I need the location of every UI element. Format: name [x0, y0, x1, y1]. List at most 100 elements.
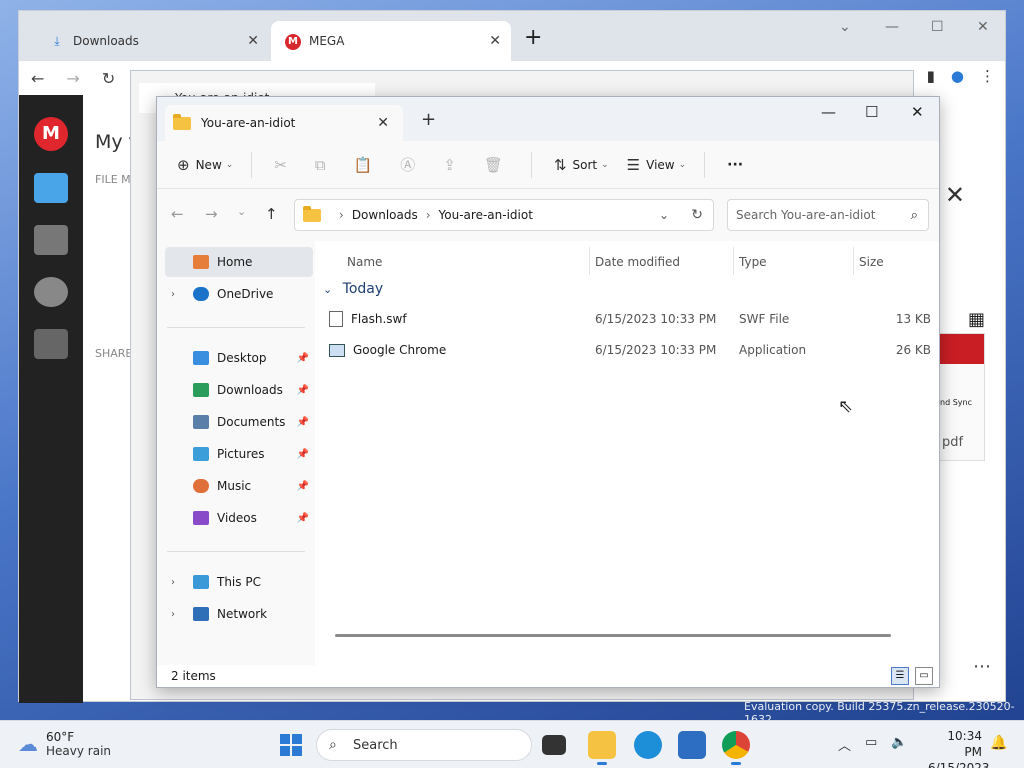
tiles-view-icon[interactable]: ▭ [915, 667, 933, 685]
chevron-right-icon[interactable]: › [171, 577, 175, 588]
nav-item-videos[interactable]: Videos 📌 [165, 503, 313, 533]
file-row[interactable]: Google Chrome 6/15/2023 10:33 PM Applica… [329, 336, 931, 364]
start-button[interactable] [280, 734, 302, 756]
pin-icon[interactable]: 📌 [297, 385, 309, 396]
sidepanel-icon[interactable]: ▮ [927, 67, 935, 85]
chevron-up-icon[interactable]: ︿ [838, 735, 851, 754]
column-divider[interactable] [733, 247, 734, 275]
pin-icon[interactable]: 📌 [297, 417, 309, 428]
column-divider[interactable] [589, 247, 590, 275]
pin-icon[interactable]: 📌 [297, 353, 309, 364]
close-icon[interactable]: ✕ [489, 33, 501, 49]
maximize-button[interactable]: ☐ [931, 19, 944, 35]
share-icon[interactable]: ⇪ [443, 156, 456, 174]
task-view-icon[interactable] [542, 735, 566, 755]
close-icon[interactable]: ✕ [945, 181, 965, 209]
taskbar-search[interactable]: ⌕ Search [316, 729, 532, 761]
sort-button[interactable]: ⇅ Sort ⌄ [554, 156, 609, 174]
breadcrumb-downloads[interactable]: Downloads [352, 208, 418, 222]
profile-icon[interactable]: ● [951, 67, 964, 85]
up-icon[interactable]: ↑ [265, 205, 278, 223]
nav-item-downloads[interactable]: Downloads 📌 [165, 375, 313, 405]
pin-icon[interactable]: 📌 [297, 481, 309, 492]
more-icon[interactable]: ⋯ [973, 656, 991, 677]
chevron-down-icon[interactable]: ⌄ [659, 208, 669, 222]
delete-icon[interactable]: 🗑 [484, 156, 503, 174]
card-ext: pdf [942, 435, 964, 450]
rename-icon[interactable]: Ⓐ [400, 154, 415, 175]
nav-item-music[interactable]: Music 📌 [165, 471, 313, 501]
new-tab-button[interactable]: + [524, 25, 542, 50]
back-icon[interactable]: ← [171, 205, 184, 223]
back-icon[interactable]: ← [31, 69, 44, 88]
recent-icon[interactable]: ⌄ [237, 205, 246, 218]
close-icon[interactable]: ✕ [247, 33, 259, 49]
column-header-type[interactable]: Type [739, 255, 767, 269]
grid-view-icon[interactable]: ▦ [968, 309, 985, 330]
file-card[interactable]: nd Sync pdf [937, 333, 985, 461]
menu-icon[interactable]: ⋮ [980, 67, 995, 85]
mega-logo[interactable]: M [34, 117, 68, 151]
system-tray: ︿ ▭ 🔈 [838, 735, 908, 754]
paste-icon[interactable]: 📋 [354, 156, 373, 174]
file-row[interactable]: Flash.swf 6/15/2023 10:33 PM SWF File 13… [329, 305, 931, 333]
details-view-icon[interactable]: ☰ [891, 667, 909, 685]
pin-icon[interactable]: 📌 [297, 513, 309, 524]
forward-icon[interactable]: → [205, 205, 218, 223]
chat-icon[interactable] [34, 277, 68, 307]
column-header-date[interactable]: Date modified [595, 255, 680, 269]
nav-item-home[interactable]: Home [165, 247, 313, 277]
network-icon[interactable]: ▭ [865, 735, 877, 754]
more-button[interactable]: ··· [727, 157, 743, 173]
nav-item-pictures[interactable]: Pictures 📌 [165, 439, 313, 469]
close-button[interactable]: ✕ [977, 19, 989, 35]
nav-label: Downloads [217, 383, 283, 397]
chevron-right-icon[interactable]: › [171, 609, 175, 620]
card-text: nd Sync [940, 398, 972, 407]
notification-icon[interactable]: 🔔 [990, 735, 1007, 751]
minimize-button[interactable]: — [885, 19, 899, 35]
chevron-down-icon[interactable]: ⌄ [839, 19, 851, 35]
file-explorer-taskbar-icon[interactable] [588, 731, 616, 765]
maximize-button[interactable]: ☐ [865, 103, 878, 121]
view-button[interactable]: ☰ View ⌄ [627, 156, 686, 174]
devices-icon[interactable] [34, 329, 68, 359]
address-bar[interactable]: › Downloads › You-are-an-idiot ⌄ ↻ [294, 199, 714, 231]
horizontal-scrollbar[interactable] [335, 634, 891, 637]
reload-icon[interactable]: ↻ [102, 69, 115, 88]
nav-item-onedrive[interactable]: › OneDrive [165, 279, 313, 309]
nav-item-this-pc[interactable]: › This PC [165, 567, 313, 597]
forward-icon[interactable]: → [66, 69, 79, 88]
edge-icon[interactable] [634, 731, 662, 759]
minimize-button[interactable]: — [821, 103, 836, 121]
search-input[interactable]: Search You-are-an-idiot ⌕ [727, 199, 929, 231]
nav-item-documents[interactable]: Documents 📌 [165, 407, 313, 437]
clock[interactable]: 10:34 PM 6/15/2023 [928, 728, 990, 768]
volume-icon[interactable]: 🔈 [891, 735, 907, 754]
tab-mega[interactable]: M MEGA ✕ [271, 21, 511, 61]
photos-icon[interactable] [34, 225, 68, 255]
group-header[interactable]: ⌄ Today [323, 281, 383, 297]
refresh-icon[interactable]: ↻ [691, 207, 703, 223]
column-header-size[interactable]: Size [859, 255, 884, 269]
nav-item-desktop[interactable]: Desktop 📌 [165, 343, 313, 373]
tab-downloads[interactable]: ⤓ Downloads ✕ [31, 21, 269, 61]
close-button[interactable]: ✕ [911, 103, 924, 121]
breadcrumb-folder[interactable]: You-are-an-idiot [439, 208, 533, 222]
close-icon[interactable]: ✕ [377, 115, 389, 131]
chrome-icon[interactable] [722, 731, 750, 765]
cut-icon[interactable]: ✂ [274, 156, 287, 174]
new-tab-button[interactable]: + [421, 109, 436, 130]
pin-icon[interactable]: 📌 [297, 449, 309, 460]
store-icon[interactable] [678, 731, 706, 759]
explorer-tab[interactable]: You-are-an-idiot ✕ [165, 105, 403, 141]
column-divider[interactable] [853, 247, 854, 275]
cloud-drive-icon[interactable] [34, 173, 68, 203]
divider [167, 551, 305, 552]
weather-widget[interactable]: ☁ 60°F Heavy rain [18, 730, 111, 758]
column-header-name[interactable]: Name [347, 255, 382, 269]
chevron-right-icon[interactable]: › [171, 289, 175, 300]
copy-icon[interactable]: ⧉ [315, 156, 326, 174]
new-button[interactable]: ⊕ New ⌄ [177, 156, 233, 174]
nav-item-network[interactable]: › Network [165, 599, 313, 629]
